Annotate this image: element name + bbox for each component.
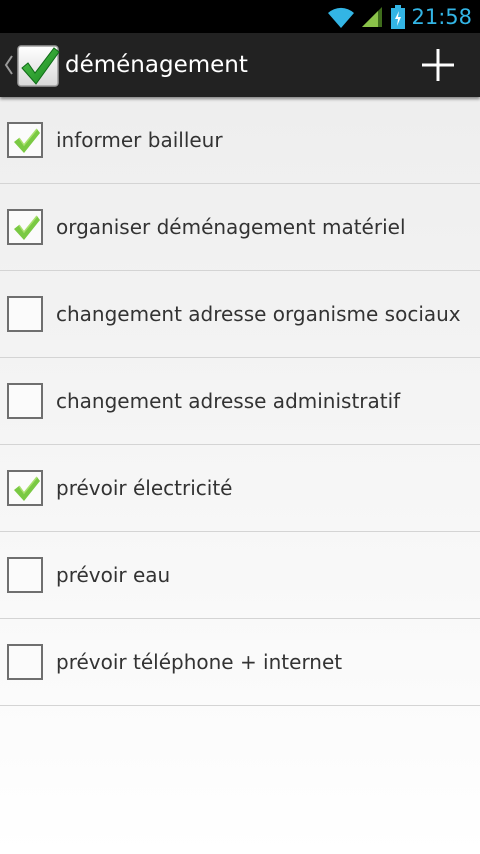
status-icons: 21:58 — [327, 0, 472, 33]
task-label: informer bailleur — [56, 128, 223, 152]
task-checkbox[interactable] — [7, 209, 43, 245]
battery-charging-icon — [391, 4, 406, 29]
task-label: organiser déménagement matériel — [56, 215, 406, 239]
list-item[interactable]: prévoir téléphone + internet — [0, 619, 480, 706]
task-checkbox[interactable] — [7, 296, 43, 332]
task-label: prévoir téléphone + internet — [56, 650, 343, 674]
up-button[interactable] — [0, 33, 62, 97]
status-bar: 21:58 — [0, 0, 480, 33]
list-item[interactable]: changement adresse administratif — [0, 358, 480, 445]
list-item[interactable]: organiser déménagement matériel — [0, 184, 480, 271]
wifi-icon — [328, 7, 355, 28]
checkmark-icon — [14, 128, 40, 153]
add-task-button[interactable] — [406, 33, 470, 97]
task-checkbox[interactable] — [7, 644, 43, 680]
task-checkbox[interactable] — [7, 383, 43, 419]
action-bar: déménagement — [0, 33, 480, 97]
checkmark-icon — [14, 215, 40, 240]
status-clock: 21:58 — [411, 4, 472, 29]
page-title: déménagement — [65, 52, 248, 78]
task-checkbox[interactable] — [7, 122, 43, 158]
list-item[interactable]: prévoir électricité — [0, 445, 480, 532]
list-item[interactable]: changement adresse organisme sociaux — [0, 271, 480, 358]
task-label: changement adresse administratif — [56, 389, 401, 413]
checkmark-logo-icon — [17, 45, 60, 87]
list-item[interactable]: prévoir eau — [0, 532, 480, 619]
task-label: prévoir eau — [56, 563, 171, 587]
checkmark-icon — [14, 476, 40, 501]
chevron-left-icon — [4, 55, 13, 75]
task-label: prévoir électricité — [56, 476, 233, 500]
list-item[interactable]: informer bailleur — [0, 97, 480, 184]
task-label: changement adresse organisme sociaux — [56, 302, 461, 326]
plus-icon — [422, 49, 454, 81]
task-checkbox[interactable] — [7, 557, 43, 593]
task-list: informer bailleur organiser déménagement… — [0, 97, 480, 706]
signal-icon — [362, 6, 383, 27]
task-checkbox[interactable] — [7, 470, 43, 506]
